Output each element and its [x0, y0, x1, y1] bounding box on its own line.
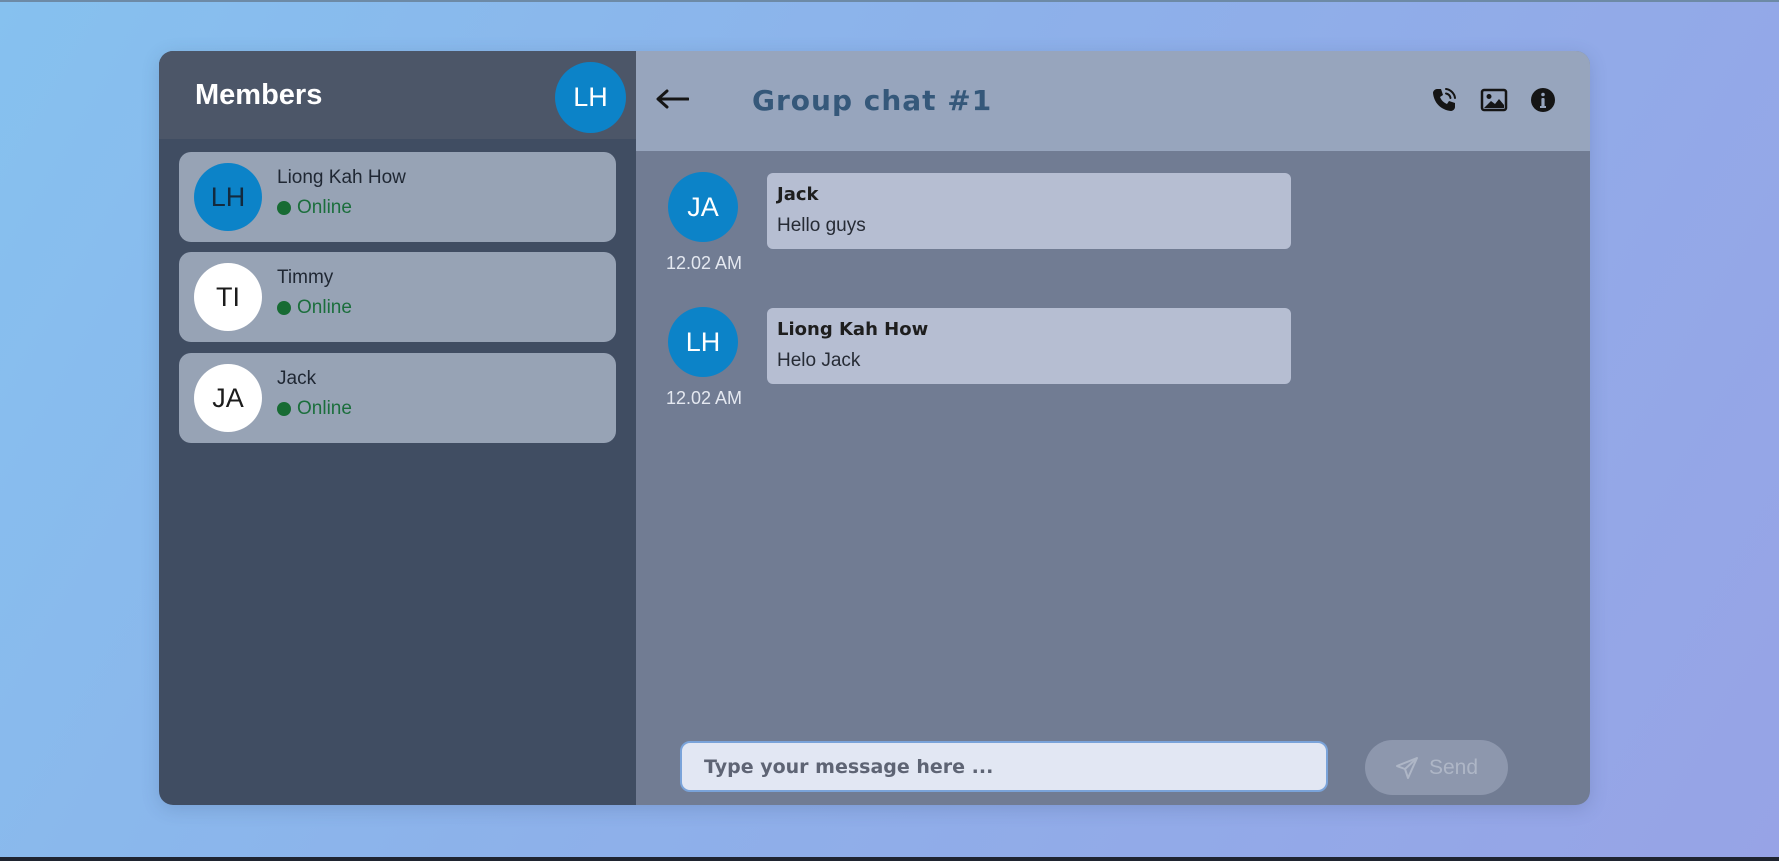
member-item-liong-kah-how[interactable]: LH Liong Kah How Online	[179, 152, 616, 242]
chat-header: Group chat #1	[636, 51, 1590, 151]
message-time: 12.02 AM	[665, 388, 743, 408]
status-text: Online	[297, 297, 352, 318]
avatar: JA	[668, 172, 738, 242]
back-arrow-icon	[656, 89, 689, 109]
sidebar-header: Members LH	[159, 51, 636, 139]
message-sender: Liong Kah How	[777, 319, 929, 340]
status-indicator: Online	[277, 197, 352, 219]
window-top-border	[0, 0, 1779, 2]
status-text: Online	[297, 398, 352, 419]
message-time: 12.02 AM	[665, 253, 743, 273]
status-indicator: Online	[277, 297, 352, 319]
avatar: LH	[194, 163, 262, 231]
chat-panel: Group chat #1 JA 12.02 AM Jack Hello guy…	[636, 51, 1590, 805]
message-item: JA 12.02 AM Jack Hello guys	[636, 172, 1336, 292]
status-text: Online	[297, 197, 352, 218]
current-user-avatar[interactable]: LH	[555, 62, 626, 133]
members-sidebar: Members LH LH Liong Kah How Online TI Ti…	[159, 51, 636, 805]
image-icon	[1480, 88, 1508, 112]
message-bubble: Liong Kah How Helo Jack	[767, 308, 1291, 384]
image-button[interactable]	[1479, 85, 1509, 115]
sidebar-title: Members	[195, 79, 323, 111]
phone-call-icon	[1433, 88, 1456, 111]
info-button[interactable]	[1528, 85, 1558, 115]
member-name: Timmy	[277, 267, 334, 288]
chat-title: Group chat #1	[752, 84, 993, 117]
member-item-jack[interactable]: JA Jack Online	[179, 353, 616, 443]
avatar: JA	[194, 364, 262, 432]
member-item-timmy[interactable]: TI Timmy Online	[179, 252, 616, 342]
avatar: TI	[194, 263, 262, 331]
online-dot-icon	[277, 301, 291, 315]
member-name: Liong Kah How	[277, 167, 406, 188]
member-name: Jack	[277, 368, 317, 389]
send-label: Send	[1428, 755, 1479, 779]
message-input[interactable]	[680, 741, 1328, 792]
call-button[interactable]	[1429, 85, 1459, 115]
message-sender: Jack	[777, 184, 819, 205]
chat-app: Members LH LH Liong Kah How Online TI Ti…	[159, 51, 1590, 805]
online-dot-icon	[277, 402, 291, 416]
paper-plane-icon	[1395, 756, 1419, 780]
window-bottom-border	[0, 857, 1779, 861]
message-text: Helo Jack	[777, 350, 861, 371]
message-item: LH 12.02 AM Liong Kah How Helo Jack	[636, 307, 1336, 427]
message-text: Hello guys	[777, 215, 866, 236]
info-icon	[1531, 88, 1555, 112]
message-bubble: Jack Hello guys	[767, 173, 1291, 249]
status-indicator: Online	[277, 398, 352, 420]
send-button[interactable]: Send	[1365, 740, 1508, 795]
online-dot-icon	[277, 201, 291, 215]
back-button[interactable]	[650, 77, 694, 121]
avatar: LH	[668, 307, 738, 377]
